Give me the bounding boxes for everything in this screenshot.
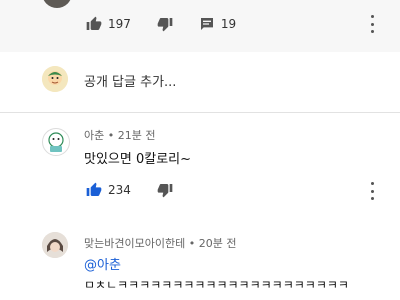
divider	[0, 112, 400, 113]
top-comment-actions: 197 19	[86, 16, 262, 32]
more-options-button[interactable]	[365, 15, 379, 33]
top-comment: 197 19	[0, 0, 400, 52]
like-count: 234	[108, 183, 131, 197]
reply-button[interactable]: 19	[199, 16, 236, 32]
like-count: 197	[108, 17, 131, 31]
comment-actions: 234	[86, 182, 199, 198]
meta-separator: •	[107, 129, 118, 142]
avatar[interactable]	[42, 232, 68, 258]
avatar-photo-icon	[42, 232, 68, 258]
comment-icon	[200, 18, 213, 30]
more-options-button[interactable]	[365, 182, 379, 200]
comment-time[interactable]: 21분 전	[118, 129, 156, 142]
avatar[interactable]	[42, 128, 70, 156]
dislike-button[interactable]	[157, 182, 173, 198]
thumbs-up-icon	[86, 182, 102, 196]
comment-time[interactable]: 20분 전	[199, 237, 237, 250]
meta-separator: •	[188, 237, 199, 250]
reply-count: 19	[220, 17, 237, 31]
comment-author[interactable]: 아춘	[84, 129, 104, 142]
comment-text: ㅁㅊㄴㅋㅋㅋㅋㅋㅋㅋㅋㅋㅋㅋㅋㅋㅋㅋㅋㅋㅋㅋㅋㅋ	[84, 278, 349, 292]
avatar-face-icon	[48, 132, 64, 152]
comment-author[interactable]: 맞는바견이모아이한테	[84, 237, 185, 250]
like-button[interactable]: 197	[86, 16, 131, 32]
avatar-illustration-icon	[42, 66, 68, 92]
comment-meta: 아춘 • 21분 전	[84, 127, 155, 143]
avatar[interactable]	[42, 66, 68, 92]
reply-input[interactable]: 공개 답글 추가...	[84, 71, 176, 90]
mention-link[interactable]: @아춘	[84, 254, 121, 273]
comment-meta: 맞는바견이모아이한테 • 20분 전	[84, 235, 236, 251]
dislike-button[interactable]	[157, 16, 173, 32]
avatar[interactable]	[42, 0, 72, 8]
like-button[interactable]: 234	[86, 182, 131, 198]
thumbs-down-icon	[157, 184, 173, 198]
thumbs-down-icon	[157, 18, 173, 32]
comment-text: 맛있으면 0칼로리~	[84, 152, 192, 167]
thumbs-up-icon	[86, 16, 102, 30]
